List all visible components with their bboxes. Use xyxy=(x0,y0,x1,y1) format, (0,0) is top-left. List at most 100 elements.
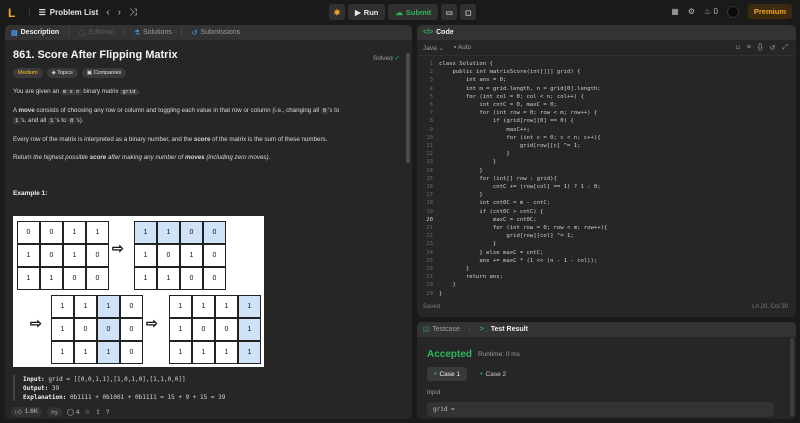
case-2-tab[interactable]: • Case 2 xyxy=(473,367,513,381)
grid-cell: 1 xyxy=(17,267,40,290)
result-status: Accepted xyxy=(427,349,473,360)
format-icon[interactable]: ≡ xyxy=(747,44,751,52)
star-icon[interactable]: ☆ xyxy=(85,408,91,416)
line-number: 15 xyxy=(426,175,433,182)
tab-description-label: Description xyxy=(20,29,60,36)
text: of the matrix is the sum of these number… xyxy=(210,136,328,143)
tab-test-result[interactable]: >_ Test Result xyxy=(480,326,528,333)
bookmark-icon[interactable]: ⌑ xyxy=(736,44,740,52)
example-output-line: Output: 39 xyxy=(23,384,405,393)
tab-solutions[interactable]: ⚗ Solutions xyxy=(134,29,172,37)
line-number: 29 xyxy=(426,290,433,297)
dislike-button[interactable]: 👎︎ xyxy=(47,407,62,417)
debug-button[interactable]: ✱ xyxy=(329,4,345,20)
description-tabs: ▤ Description | ▢ Editorial | ⚗ Solutions |… xyxy=(5,25,412,40)
text: Every row of the matrix is interpreted a… xyxy=(13,136,194,143)
result-scrollbar[interactable] xyxy=(790,338,794,417)
line-number: 26 xyxy=(426,266,433,273)
divider: | xyxy=(28,6,31,18)
language-select[interactable]: Java ⌄ xyxy=(423,44,444,52)
run-controls: ✱ ▶ Run ☁ Submit ▭ ◻ xyxy=(329,4,477,20)
grid-cell: 0 xyxy=(203,221,226,244)
text: 's). xyxy=(75,117,84,124)
share-icon[interactable]: ⇪ xyxy=(95,408,100,416)
code-text: } else maxC = cntC; xyxy=(439,249,544,256)
grid-cell: 1 xyxy=(134,267,157,290)
next-problem-icon[interactable]: › xyxy=(118,7,121,18)
streak[interactable]: ♨ 0 xyxy=(704,7,718,16)
grid-cell: 1 xyxy=(97,341,120,364)
comment-count: 4 xyxy=(75,409,80,416)
code-text: } xyxy=(439,266,470,273)
code-text: maxC = cnt0C; xyxy=(439,216,537,223)
streak-count: 0 xyxy=(713,7,718,16)
arrow-right-icon: ⇨ xyxy=(146,315,158,331)
notes-button[interactable]: ▭ xyxy=(441,4,458,20)
tab-description[interactable]: ▤ Description xyxy=(11,29,59,37)
result-tabs: ☑ Testcase | >_ Test Result xyxy=(417,322,796,337)
submit-button[interactable]: ☁ Submit xyxy=(388,4,439,20)
code-text: } xyxy=(439,241,497,248)
grid-cell: 1 xyxy=(74,295,97,318)
grid-cell: 1 xyxy=(86,221,109,244)
chat-button[interactable]: ◻ xyxy=(460,4,477,20)
italic-text: after making any number of xyxy=(106,154,185,161)
grid-cell: 1 xyxy=(74,341,97,364)
avatar[interactable] xyxy=(726,5,739,18)
grid-cell: 0 xyxy=(120,318,143,341)
settings-icon[interactable]: ⚙ xyxy=(688,7,695,16)
description-scrollbar[interactable] xyxy=(406,53,410,163)
text: 's, and all xyxy=(20,117,48,124)
run-button[interactable]: ▶ Run xyxy=(348,4,386,20)
grid-cell: 1 xyxy=(134,221,157,244)
bug-icon: ✱ xyxy=(333,7,341,17)
leetcode-logo-icon[interactable]: L xyxy=(8,6,20,20)
prev-problem-icon[interactable]: ‹ xyxy=(106,7,109,18)
topics-button[interactable]: ◈ Topics xyxy=(46,68,78,78)
tab-submissions[interactable]: ↺ Submissions xyxy=(192,29,241,37)
code-editor[interactable]: 1 class Solution { 2 public int matrixSco… xyxy=(417,60,796,298)
paragraph-2: A move consists of choosing any row or c… xyxy=(13,106,404,126)
description-footer: 👍︎ 1.6K 👎︎ ◯ 4 ☆ ⇪ ? xyxy=(5,405,412,419)
grid-cell: 1 xyxy=(215,341,238,364)
grid-cell: 0 xyxy=(203,244,226,267)
tab-code-label: Code xyxy=(436,29,454,36)
help-icon[interactable]: ? xyxy=(106,409,110,416)
line-number: 11 xyxy=(426,143,433,150)
code-line: 15 for (int[] row : grid){ xyxy=(417,175,796,183)
input-label: Input: xyxy=(23,376,45,383)
code-icon: </> xyxy=(423,29,434,36)
layout-icon[interactable]: ▦ xyxy=(671,7,679,16)
braces-icon[interactable]: {} xyxy=(758,44,763,52)
line-number: 20 xyxy=(426,216,433,223)
code-line: 11 grid[row][c] ^= 1; xyxy=(417,142,796,150)
inline-code: grid xyxy=(120,89,138,95)
companies-button[interactable]: ▣ Companies xyxy=(81,68,127,78)
case-1-tab[interactable]: • Case 1 xyxy=(427,367,468,381)
premium-button[interactable]: Premium xyxy=(747,4,792,19)
tab-code[interactable]: </> Code xyxy=(423,29,454,36)
autosave-indicator[interactable]: ▪ Auto xyxy=(454,44,471,51)
shuffle-icon[interactable]: ⤨ xyxy=(129,7,137,18)
line-number: 21 xyxy=(426,225,433,232)
code-line: 18 int cnt0C = m - cntC; xyxy=(417,199,796,207)
code-text: } xyxy=(439,282,456,289)
like-button[interactable]: 👍︎ 1.6K xyxy=(11,407,43,417)
comments-button[interactable]: ◯ 4 xyxy=(67,408,80,416)
reset-icon[interactable]: ↺ xyxy=(770,44,776,52)
output-value: 39 xyxy=(51,385,60,392)
line-number: 24 xyxy=(426,249,433,256)
problem-title[interactable]: 861. Score After Flipping Matrix xyxy=(13,50,404,61)
tab-testcase[interactable]: ☑ Testcase xyxy=(423,326,460,334)
text: Return xyxy=(13,154,34,161)
document-icon: ▤ xyxy=(11,29,18,37)
line-number: 5 xyxy=(429,93,433,100)
problem-list-button[interactable]: ☰ Problem List xyxy=(39,8,99,17)
line-number: 3 xyxy=(429,77,433,84)
tab-editorial[interactable]: ▢ Editorial xyxy=(79,29,114,37)
companies-label: Companies xyxy=(93,70,122,76)
code-line: 4 int m = grid.length, n = grid[0].lengt… xyxy=(417,85,796,93)
chat-icon: ◻ xyxy=(465,7,472,17)
grid-cell: 0 xyxy=(40,221,63,244)
expand-icon[interactable]: ⤢ xyxy=(782,44,788,52)
